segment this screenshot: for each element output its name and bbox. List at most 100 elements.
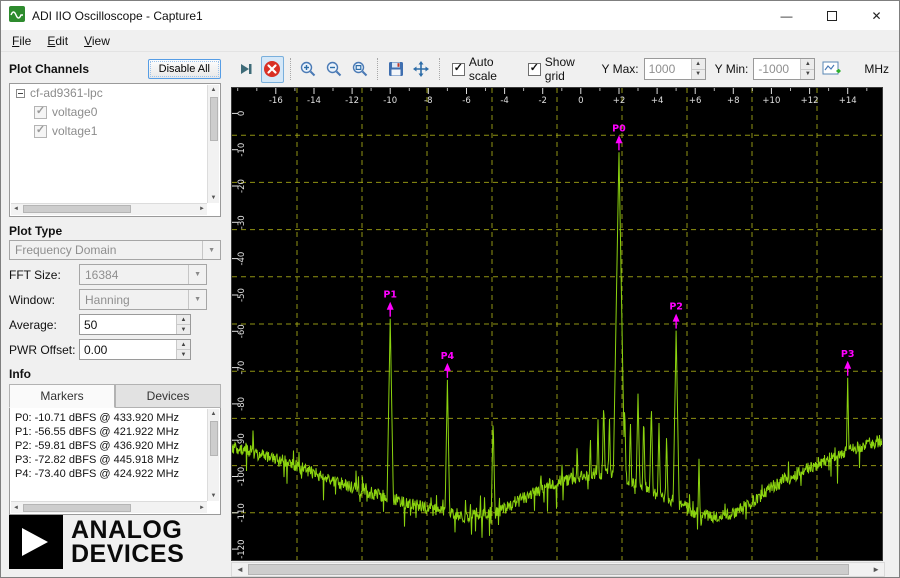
scroll-up-icon[interactable]: ▲ xyxy=(211,409,217,419)
scroll-right-icon[interactable]: ► xyxy=(868,565,884,574)
capture-stop-button[interactable] xyxy=(260,55,284,83)
scroll-thumb[interactable] xyxy=(247,564,850,575)
menubar: File Edit View xyxy=(1,30,899,52)
new-plot-icon[interactable] xyxy=(818,56,845,83)
titlebar: ADI IIO Oscilloscope - Capture1 — ✕ xyxy=(1,1,899,30)
plot-horizontal-scrollbar[interactable]: ◄ ► xyxy=(231,562,885,577)
tree-device-row[interactable]: cf-ad9361-lpc xyxy=(10,84,220,103)
spin-down-icon[interactable]: ▼ xyxy=(691,69,705,79)
svg-text:P1: P1 xyxy=(383,290,397,301)
fft-size-select[interactable]: 16384 ▼ xyxy=(79,264,207,286)
menu-view[interactable]: View xyxy=(76,32,118,50)
y-min-input[interactable] xyxy=(754,59,801,79)
plot-type-value: Frequency Domain xyxy=(15,243,117,257)
auto-scale-toggle[interactable]: Auto scale xyxy=(451,55,513,83)
scroll-thumb[interactable] xyxy=(22,205,131,214)
scroll-left-icon[interactable]: ◄ xyxy=(232,565,248,574)
svg-text:-16: -16 xyxy=(269,96,283,106)
voltage0-checkbox[interactable] xyxy=(34,105,47,119)
scroll-track[interactable] xyxy=(247,563,868,576)
spin-up-icon[interactable]: ▲ xyxy=(691,59,705,70)
device-label: cf-ad9361-lpc xyxy=(30,86,103,101)
menu-edit[interactable]: Edit xyxy=(39,32,76,50)
spin-down-icon[interactable]: ▼ xyxy=(801,69,815,79)
spin-up-icon[interactable]: ▲ xyxy=(801,59,815,70)
scroll-thumb[interactable] xyxy=(209,96,218,142)
y-max-input[interactable] xyxy=(644,59,691,79)
tree-channel-row-voltage0[interactable]: voltage0 xyxy=(10,103,220,122)
marker-line-p2: P2: -59.81 dBFS @ 436.920 MHz xyxy=(15,440,180,453)
scroll-down-icon[interactable]: ▼ xyxy=(211,193,217,203)
analog-devices-logo: ANALOG DEVICES xyxy=(9,515,221,571)
auto-scale-checkbox[interactable] xyxy=(451,62,465,76)
svg-text:-60: -60 xyxy=(237,324,247,338)
svg-text:+8: +8 xyxy=(727,96,740,106)
pwr-offset-stepper: ▲▼ xyxy=(79,339,191,361)
svg-text:-4: -4 xyxy=(500,96,508,106)
y-max-stepper: ▲▼ xyxy=(643,58,706,80)
markers-vertical-scrollbar[interactable]: ▲ ▼ xyxy=(207,409,219,501)
window-select[interactable]: Hanning ▼ xyxy=(79,289,207,311)
svg-text:+6: +6 xyxy=(689,96,702,106)
tree-channel-row-voltage1[interactable]: voltage1 xyxy=(10,122,220,141)
svg-text:P0: P0 xyxy=(612,123,626,134)
zoom-out-icon[interactable] xyxy=(323,56,346,83)
svg-text:-2: -2 xyxy=(538,96,546,106)
spin-up-icon[interactable]: ▲ xyxy=(177,315,190,326)
plot-type-select[interactable]: Frequency Domain ▼ xyxy=(9,239,221,261)
spin-up-icon[interactable]: ▲ xyxy=(177,340,190,351)
svg-text:+14: +14 xyxy=(839,96,857,106)
pwr-offset-input[interactable] xyxy=(80,340,176,360)
minimize-button[interactable]: — xyxy=(764,1,809,30)
scroll-right-icon[interactable]: ► xyxy=(197,206,207,212)
toolbar-separator xyxy=(377,58,379,80)
voltage0-label: voltage0 xyxy=(52,105,98,120)
frequency-unit-label: MHz xyxy=(864,62,890,76)
plot-type-title: Plot Type xyxy=(9,223,63,238)
spectrum-plot[interactable]: -16 -14 -12 -10 -8 -6 -4 -2 0 +2 +4 +6 +8 +10 +12 +140-… xyxy=(232,88,882,560)
scroll-thumb[interactable] xyxy=(22,503,131,512)
scroll-right-icon[interactable]: ► xyxy=(197,505,207,511)
show-grid-checkbox[interactable] xyxy=(527,62,541,76)
zoom-fit-icon[interactable] xyxy=(348,56,371,83)
svg-text:-100: -100 xyxy=(237,467,247,486)
menu-file[interactable]: File xyxy=(4,32,39,50)
save-icon[interactable] xyxy=(384,56,407,83)
app-window: ADI IIO Oscilloscope - Capture1 — ✕ File… xyxy=(0,0,900,578)
tree-vertical-scrollbar[interactable]: ▲ ▼ xyxy=(207,84,219,203)
svg-text:+4: +4 xyxy=(651,96,664,106)
maximize-icon xyxy=(826,10,837,21)
skip-forward-icon[interactable] xyxy=(235,56,258,83)
svg-text:-6: -6 xyxy=(462,96,470,106)
spin-down-icon[interactable]: ▼ xyxy=(177,350,190,360)
collapse-icon[interactable] xyxy=(16,88,25,98)
markers-horizontal-scrollbar[interactable]: ◄ ► xyxy=(11,501,207,513)
zoom-in-icon[interactable] xyxy=(297,56,320,83)
svg-text:-14: -14 xyxy=(307,96,321,106)
logo-line2: DEVICES xyxy=(71,540,185,568)
show-grid-toggle[interactable]: Show grid xyxy=(527,55,587,83)
svg-text:0: 0 xyxy=(237,111,247,116)
close-button[interactable]: ✕ xyxy=(854,1,899,30)
tab-markers[interactable]: Markers xyxy=(9,384,115,409)
disable-all-button[interactable]: Disable All xyxy=(147,58,221,79)
tab-devices[interactable]: Devices xyxy=(115,384,221,409)
scroll-left-icon[interactable]: ◄ xyxy=(11,505,21,511)
voltage1-checkbox[interactable] xyxy=(34,124,47,138)
fft-size-value: 16384 xyxy=(85,267,119,282)
plot-area[interactable]: -16 -14 -12 -10 -8 -6 -4 -2 0 +2 +4 +6 +8 +10 +12 +14 0-… xyxy=(231,87,883,561)
tree-horizontal-scrollbar[interactable]: ◄ ► xyxy=(11,202,207,215)
svg-text:0: 0 xyxy=(578,96,583,106)
scroll-down-icon[interactable]: ▼ xyxy=(211,491,217,501)
svg-text:+10: +10 xyxy=(762,96,780,106)
svg-text:-50: -50 xyxy=(237,288,247,302)
scroll-up-icon[interactable]: ▲ xyxy=(211,85,217,95)
scroll-left-icon[interactable]: ◄ xyxy=(11,206,21,212)
maximize-button[interactable] xyxy=(809,1,854,30)
scroll-thumb[interactable] xyxy=(209,421,218,457)
logo-line1: ANALOG xyxy=(71,516,183,544)
pan-icon[interactable] xyxy=(410,56,433,83)
spin-down-icon[interactable]: ▼ xyxy=(177,325,190,335)
average-input[interactable] xyxy=(80,315,176,335)
info-tabs: Markers Devices xyxy=(9,384,221,409)
